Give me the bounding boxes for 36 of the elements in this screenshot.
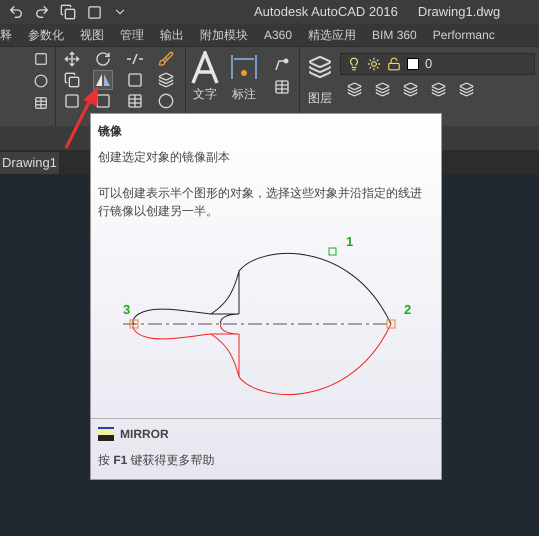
point-label: 1: [346, 234, 354, 249]
layer-name: 0: [425, 55, 432, 74]
ribbon-tab[interactable]: 管理: [120, 26, 144, 44]
dimension-icon: [230, 53, 258, 81]
tooltip-title: 镜像: [98, 123, 123, 140]
ribbon-tab[interactable]: 参数化: [28, 26, 64, 44]
ribbon-tab[interactable]: 输出: [160, 26, 184, 44]
ribbon-tab[interactable]: A360: [264, 26, 292, 44]
layers-icon[interactable]: [306, 53, 334, 81]
window-title: Autodesk AutoCAD 2016: [254, 3, 398, 22]
dimension-label[interactable]: 标注: [232, 85, 256, 103]
ribbon-tab[interactable]: 附加模块: [200, 26, 248, 44]
ribbon-tab[interactable]: 视图: [80, 26, 104, 44]
text-icon: [191, 51, 219, 85]
tooltip-description: 可以创建表示半个图形的对象，选择这些对象并沿指定的线进行镜像以创建另一半。: [98, 185, 423, 220]
file-name: Drawing1.dwg: [418, 3, 500, 22]
ribbon-tab[interactable]: 精选应用: [308, 26, 356, 44]
command-name: MIRROR: [120, 426, 169, 443]
sun-icon: [367, 57, 381, 71]
color-swatch-icon: [407, 58, 419, 70]
ribbon-tab[interactable]: BIM 360: [372, 26, 417, 44]
help-hint: 按 F1 键获得更多帮助: [98, 452, 216, 469]
move-icon[interactable]: [62, 49, 82, 69]
bulb-icon: [347, 57, 361, 71]
layer-dropdown[interactable]: 0: [340, 53, 535, 75]
mirror-button[interactable]: [93, 70, 114, 90]
tooltip-summary: 创建选定对象的镜像副本: [98, 149, 231, 166]
ribbon-tab[interactable]: 释: [0, 26, 12, 44]
mirror-icon: [95, 72, 112, 88]
ribbon-tab[interactable]: Performanc: [432, 26, 495, 44]
point-label: 2: [404, 302, 412, 317]
text-label[interactable]: 文字: [193, 85, 217, 103]
layer-properties-label[interactable]: 图层: [308, 89, 332, 107]
lock-icon: [387, 57, 401, 71]
point-label: 3: [123, 302, 130, 317]
file-tab[interactable]: Drawing1: [0, 152, 59, 174]
